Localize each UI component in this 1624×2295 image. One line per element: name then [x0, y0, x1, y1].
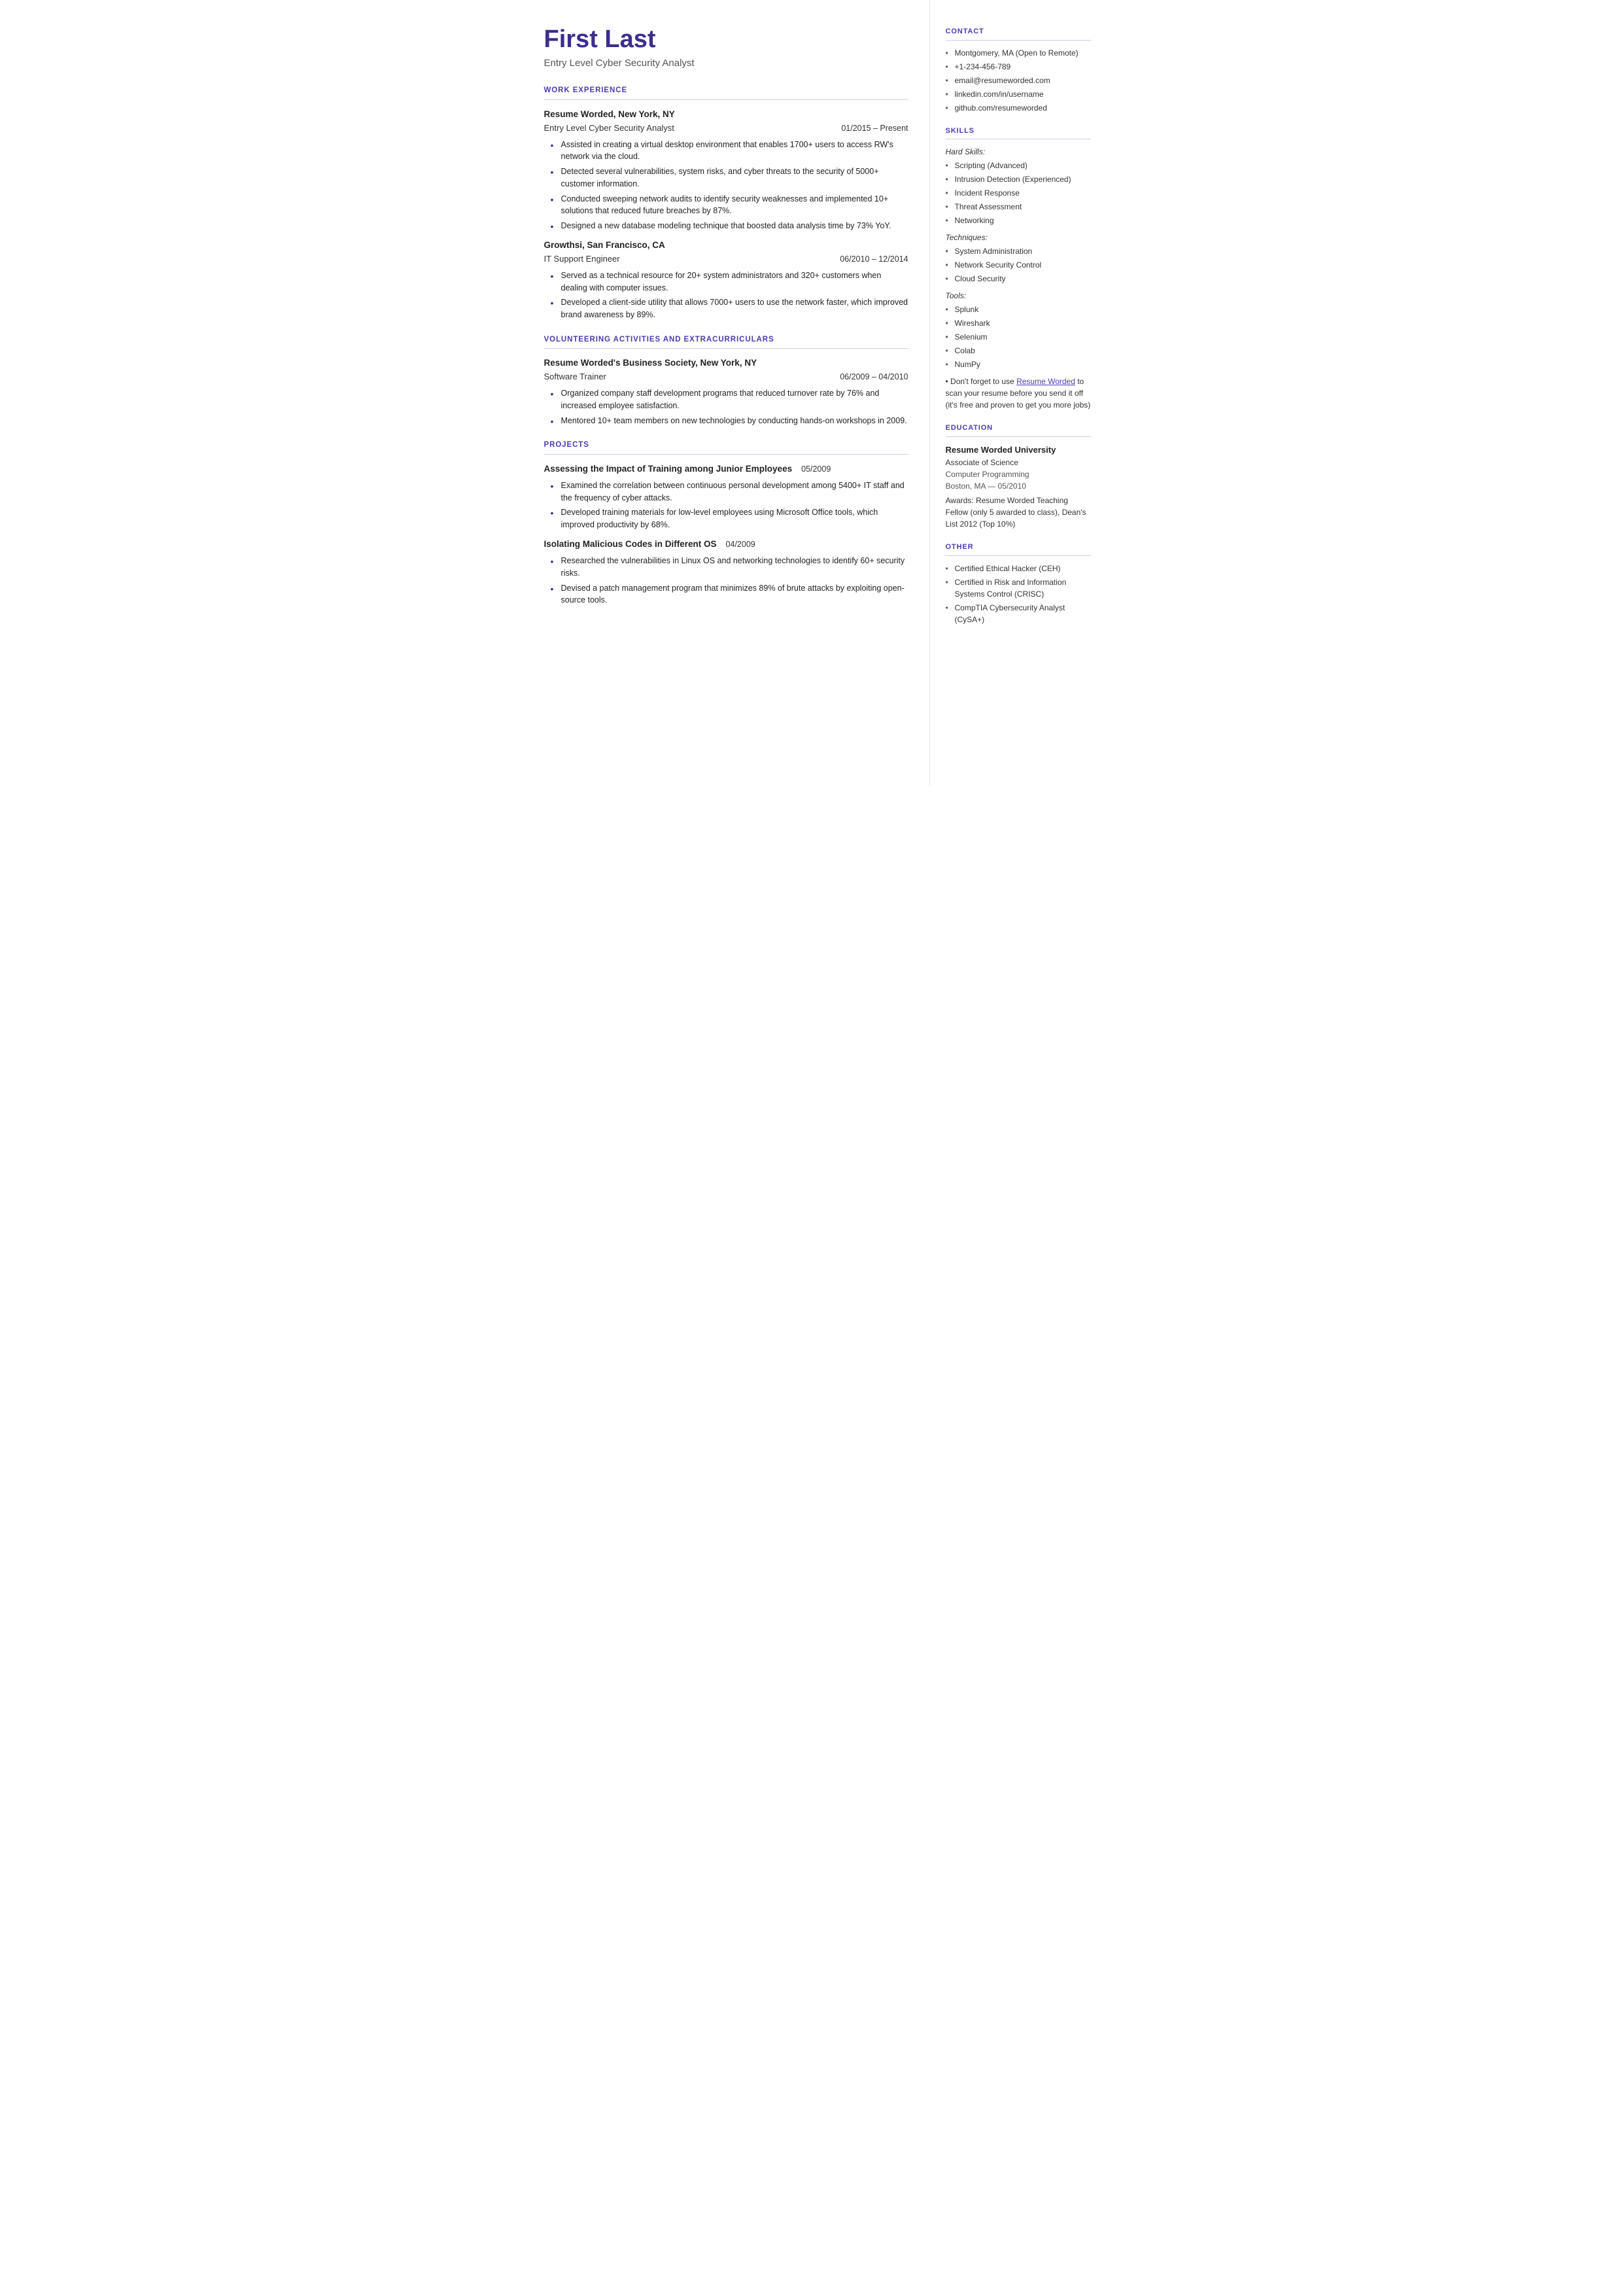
list-item: Developed a client-side utility that all…	[551, 296, 908, 321]
list-item: Assisted in creating a virtual desktop e…	[551, 139, 908, 164]
job-1-date: 01/2015 – Present	[841, 122, 908, 135]
job-2-date: 06/2010 – 12/2014	[840, 253, 908, 266]
job-subtitle: Entry Level Cyber Security Analyst	[544, 56, 908, 71]
contact-header: CONTACT	[946, 26, 1091, 37]
full-name: First Last	[544, 26, 908, 54]
volunteer-1-title: Software Trainer	[544, 370, 606, 383]
tools-label: Tools:	[946, 290, 1091, 302]
list-item: Selenium	[946, 331, 1091, 343]
edu-field: Computer Programming	[946, 468, 1091, 480]
list-item: github.com/resumeworded	[946, 102, 1091, 114]
list-item: Splunk	[946, 304, 1091, 315]
list-item: Wireshark	[946, 317, 1091, 329]
volunteer-1: Resume Worded's Business Society, New Yo…	[544, 357, 908, 427]
techniques-label: Techniques:	[946, 232, 1091, 243]
list-item: Certified in Risk and Information System…	[946, 576, 1091, 600]
other-header: OTHER	[946, 542, 1091, 553]
edu-school: Resume Worded University	[946, 444, 1091, 457]
project-1-header-row: Assessing the Impact of Training among J…	[544, 463, 908, 476]
list-item: Intrusion Detection (Experienced)	[946, 173, 1091, 185]
list-item: NumPy	[946, 359, 1091, 370]
list-item: Researched the vulnerabilities in Linux …	[551, 555, 908, 580]
rw-promo-text: • Don't forget to use Resume Worded to s…	[946, 376, 1091, 411]
job-1-company: Resume Worded, New York, NY	[544, 108, 908, 121]
contact-list: Montgomery, MA (Open to Remote) +1-234-4…	[946, 47, 1091, 114]
list-item: Certified Ethical Hacker (CEH)	[946, 563, 1091, 574]
hard-skills-list: Scripting (Advanced) Intrusion Detection…	[946, 160, 1091, 226]
right-column: CONTACT Montgomery, MA (Open to Remote) …	[930, 0, 1107, 785]
job-1-bullets: Assisted in creating a virtual desktop e…	[544, 139, 908, 232]
volunteer-1-company: Resume Worded's Business Society, New Yo…	[544, 357, 908, 370]
project-1-bullets: Examined the correlation between continu…	[544, 480, 908, 531]
list-item: Designed a new database modeling techniq…	[551, 220, 908, 232]
resume-page: First Last Entry Level Cyber Security An…	[518, 0, 1107, 785]
job-2-title: IT Support Engineer	[544, 253, 620, 266]
list-item: System Administration	[946, 245, 1091, 257]
contact-divider	[946, 40, 1091, 41]
volunteering-divider	[544, 348, 908, 349]
name-block: First Last Entry Level Cyber Security An…	[544, 26, 908, 71]
job-2-subrow: IT Support Engineer 06/2010 – 12/2014	[544, 253, 908, 266]
education-header: EDUCATION	[946, 423, 1091, 434]
job-1-title: Entry Level Cyber Security Analyst	[544, 122, 674, 135]
project-1-title: Assessing the Impact of Training among J…	[544, 463, 793, 476]
list-item: Scripting (Advanced)	[946, 160, 1091, 171]
list-item: Organized company staff development prog…	[551, 387, 908, 412]
project-1: Assessing the Impact of Training among J…	[544, 463, 908, 531]
list-item: CompTIA Cybersecurity Analyst (CySA+)	[946, 602, 1091, 625]
list-item: Devised a patch management program that …	[551, 582, 908, 607]
job-2-bullets: Served as a technical resource for 20+ s…	[544, 270, 908, 321]
volunteer-1-date: 06/2009 – 04/2010	[840, 371, 908, 383]
list-item: linkedin.com/in/username	[946, 88, 1091, 100]
edu-degree: Associate of Science	[946, 457, 1091, 468]
edu-location: Boston, MA — 05/2010	[946, 480, 1091, 492]
list-item: Developed training materials for low-lev…	[551, 506, 908, 531]
list-item: Examined the correlation between continu…	[551, 480, 908, 504]
list-item: Detected several vulnerabilities, system…	[551, 166, 908, 190]
techniques-list: System Administration Network Security C…	[946, 245, 1091, 285]
projects-divider	[544, 454, 908, 455]
project-2-header-row: Isolating Malicious Codes in Different O…	[544, 538, 908, 551]
list-item: Mentored 10+ team members on new technol…	[551, 415, 908, 427]
hard-skills-label: Hard Skills:	[946, 146, 1091, 158]
job-1: Resume Worded, New York, NY Entry Level …	[544, 108, 908, 232]
rw-promo-link[interactable]: Resume Worded	[1016, 377, 1075, 386]
list-item: Montgomery, MA (Open to Remote)	[946, 47, 1091, 59]
volunteer-1-subrow: Software Trainer 06/2009 – 04/2010	[544, 370, 908, 383]
job-2-company: Growthsi, San Francisco, CA	[544, 239, 908, 252]
list-item: email@resumeworded.com	[946, 75, 1091, 86]
projects-header: PROJECTS	[544, 440, 908, 451]
work-divider	[544, 99, 908, 100]
project-2-bullets: Researched the vulnerabilities in Linux …	[544, 555, 908, 606]
project-2-date: 04/2009	[726, 538, 755, 551]
skills-header: SKILLS	[946, 126, 1091, 137]
list-item: Networking	[946, 215, 1091, 226]
other-list: Certified Ethical Hacker (CEH) Certified…	[946, 563, 1091, 625]
list-item: Conducted sweeping network audits to ide…	[551, 193, 908, 218]
list-item: Colab	[946, 345, 1091, 357]
education-divider	[946, 436, 1091, 437]
project-2: Isolating Malicious Codes in Different O…	[544, 538, 908, 606]
edu-awards: Awards: Resume Worded Teaching Fellow (o…	[946, 495, 1091, 530]
list-item: +1-234-456-789	[946, 61, 1091, 73]
other-divider	[946, 555, 1091, 556]
job-1-subrow: Entry Level Cyber Security Analyst 01/20…	[544, 122, 908, 135]
list-item: Served as a technical resource for 20+ s…	[551, 270, 908, 294]
project-1-date: 05/2009	[801, 463, 831, 476]
left-column: First Last Entry Level Cyber Security An…	[518, 0, 930, 785]
list-item: Network Security Control	[946, 259, 1091, 271]
volunteering-header: VOLUNTEERING ACTIVITIES AND EXTRACURRICU…	[544, 334, 908, 345]
list-item: Incident Response	[946, 187, 1091, 199]
work-experience-header: WORK EXPERIENCE	[544, 85, 908, 96]
tools-list: Splunk Wireshark Selenium Colab NumPy	[946, 304, 1091, 370]
project-2-title: Isolating Malicious Codes in Different O…	[544, 538, 717, 551]
volunteer-1-bullets: Organized company staff development prog…	[544, 387, 908, 427]
list-item: Cloud Security	[946, 273, 1091, 285]
job-2: Growthsi, San Francisco, CA IT Support E…	[544, 239, 908, 321]
list-item: Threat Assessment	[946, 201, 1091, 213]
